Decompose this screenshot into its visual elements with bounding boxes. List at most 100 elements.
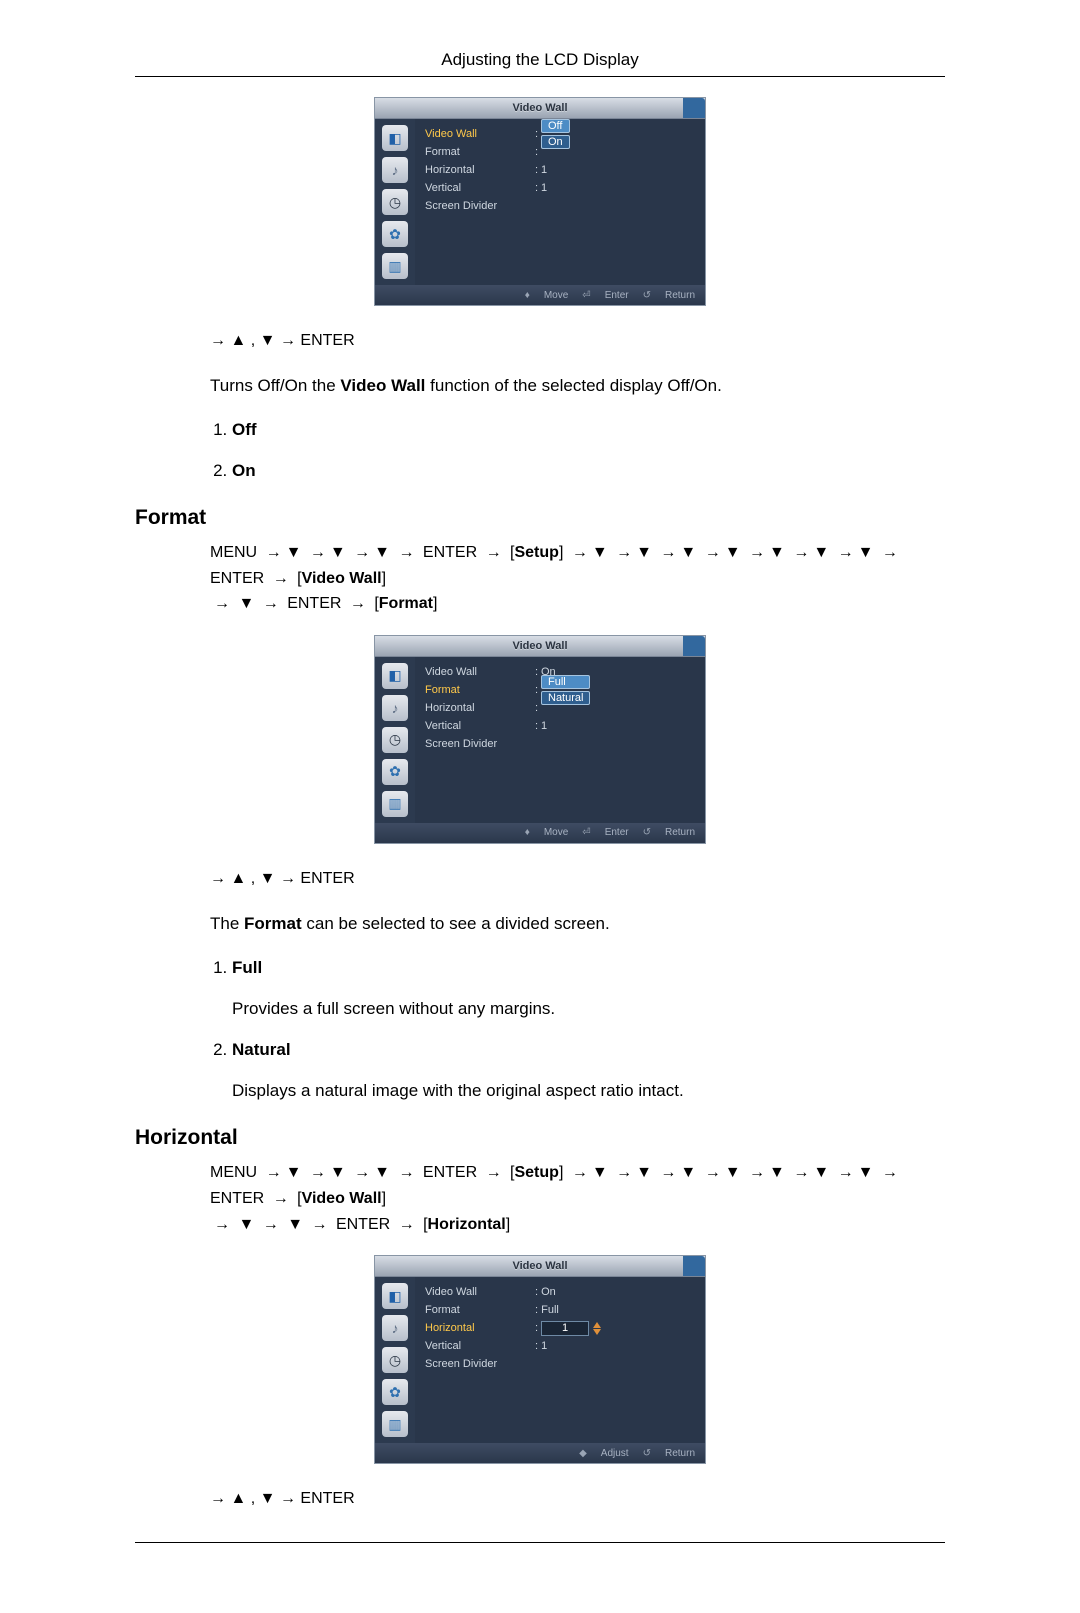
sound-icon: ♪ [382,157,408,183]
arrow-icon: → [838,544,854,561]
enter-label: ENTER [423,1164,477,1181]
arrow-icon: → [263,1216,279,1233]
arrow-icon: → [210,332,226,349]
step-down-icon[interactable] [593,1329,601,1335]
osd-icon-column: ◧ ♪ ◷ ✿ ▥ [375,119,415,285]
footer-return: Return [665,827,695,838]
sound-icon: ♪ [382,1315,408,1341]
osd-icon-column: ◧ ♪ ◷ ✿ ▥ [375,1277,415,1443]
footer-move: Move [544,827,568,838]
osd-label-videowall: Video Wall [425,666,535,678]
arrow-icon: → [214,1216,230,1233]
osd-panel: Video Wall ◧ ♪ ◷ ✿ ▥ Video Wall : On For… [374,1255,706,1464]
text: On [541,1286,556,1298]
arrow-icon: → [354,544,370,561]
osd-row-vertical: Vertical : 1 [425,179,695,197]
list-item: On [232,457,945,484]
enter-label: ENTER [300,1490,354,1507]
format-intro: The Format can be selected to see a divi… [210,910,945,937]
down-icon: ▼ [725,1164,741,1181]
multi-icon: ▥ [382,791,408,817]
osd-label-horizontal: Horizontal [425,702,535,714]
up-icon: ▲ [230,870,246,887]
option-full-desc: Provides a full screen without any margi… [232,995,945,1022]
arrow-icon: → [616,1164,632,1181]
nav-seq-horizontal: MENU →▼ →▼ →▼ → ENTER → [Setup] →▼ →▼ →▼… [210,1160,945,1237]
arrow-icon: → [210,870,226,887]
down-icon: ▼ [813,1164,829,1181]
enter-label: ENTER [423,544,477,561]
down-icon: ▼ [287,1216,303,1233]
osd-label-vertical: Vertical [425,720,535,732]
text: The [210,914,244,933]
osd-value-fmt: : Full [535,1304,559,1316]
osd-value-v: : 1 [535,1340,547,1352]
osd-footer: ♦ Move ⏎ Enter ↺ Return [375,285,705,305]
enter-label: ENTER [210,570,264,587]
sound-icon: ♪ [382,695,408,721]
osd-body: ◧ ♪ ◷ ✿ ▥ Video Wall : Off On [375,119,705,285]
down-icon: ▼ [260,870,276,887]
picture-icon: ◧ [382,125,408,151]
osd-label-screendivider: Screen Divider [425,200,535,212]
footer-move-icon: ♦ [525,827,530,838]
footer-adjust: Adjust [601,1448,629,1459]
arrow-icon: → [882,544,898,561]
arrow-icon: → [310,544,326,561]
osd-option-natural[interactable]: Natural [541,691,590,705]
osd-option-on[interactable]: On [541,135,570,149]
header-rule [135,76,945,77]
osd-title: Video Wall [375,1256,705,1277]
arrow-icon: → [263,595,279,612]
osd-title: Video Wall [375,636,705,657]
arrow-icon: → [280,870,296,887]
osd-videowall-onoff-wrap: Video Wall ◧ ♪ ◷ ✿ ▥ Video Wall : Off On [135,97,945,306]
footer-enter: Enter [605,290,629,301]
down-icon: ▼ [769,544,785,561]
list-item: Full Provides a full screen without any … [232,954,945,1022]
arrow-icon: → [572,1164,588,1181]
option-on: On [232,461,256,480]
down-icon: ▼ [330,1164,346,1181]
osd-format-wrap: Video Wall ◧ ♪ ◷ ✿ ▥ Video Wall : On [135,635,945,844]
arrow-icon: → [273,1190,289,1207]
footer-rule [135,1542,945,1543]
horizontal-stepper[interactable]: 1 [541,1321,601,1336]
body-block-format: → ▲ , ▼ → ENTER The Format can be select… [210,866,945,1105]
footer-adjust-icon: ◆ [579,1448,587,1459]
enter-label: ENTER [300,870,354,887]
menu-label: MENU [210,1164,257,1181]
osd-label-screendivider: Screen Divider [425,738,535,750]
arrow-icon: → [749,544,765,561]
list-item: Natural Displays a natural image with th… [232,1036,945,1104]
osd-body: ◧ ♪ ◷ ✿ ▥ Video Wall : On Format : Full [375,1277,705,1443]
osd-row-vertical: Vertical : 1 [425,1337,695,1355]
footer-return-icon: ↺ [643,290,651,301]
step-up-icon[interactable] [593,1322,601,1328]
osd-label-vertical: Vertical [425,182,535,194]
option-off: Off [232,420,257,439]
arrow-icon: → [660,544,676,561]
osd-option-full[interactable]: Full [541,675,590,689]
down-icon: ▼ [260,332,276,349]
down-icon: ▼ [769,1164,785,1181]
clock-icon: ◷ [382,189,408,215]
osd-row-format: Format : Full Natural [425,681,695,699]
arrow-icon: → [705,544,721,561]
osd-option-off[interactable]: Off [541,119,570,133]
down-icon: ▼ [260,1490,276,1507]
down-icon: ▼ [858,544,874,561]
footer-return-icon: ↺ [643,1448,651,1459]
arrow-icon: → [280,332,296,349]
videowall-bracket: Video Wall [302,1190,382,1207]
down-icon: ▼ [680,544,696,561]
arrow-icon: → [350,595,366,612]
down-icon: ▼ [286,1164,302,1181]
videowall-options: Off On [210,416,945,484]
multi-icon: ▥ [382,253,408,279]
osd-row-screendivider: Screen Divider [425,1355,695,1373]
arrow-icon: → [312,1216,328,1233]
osd-label-videowall: Video Wall [425,128,535,140]
enter-label: ENTER [287,595,341,612]
arrow-icon: → [749,1164,765,1181]
